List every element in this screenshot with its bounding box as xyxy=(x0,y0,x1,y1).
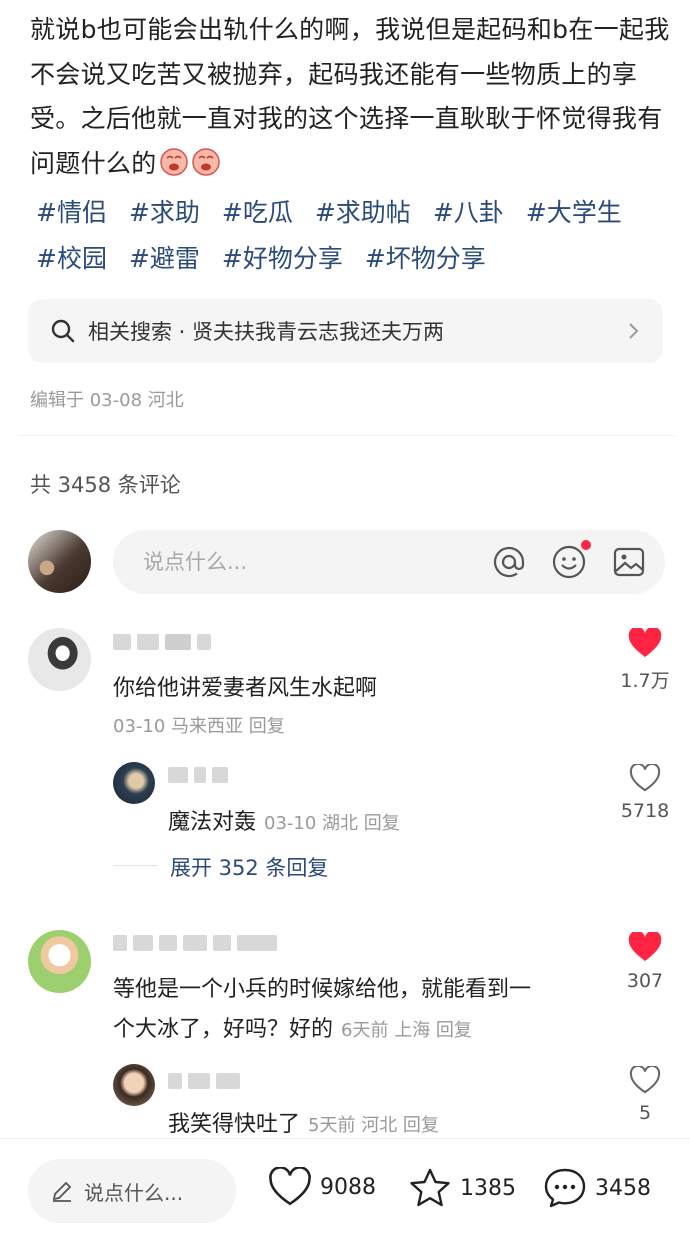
username-redacted[interactable] xyxy=(113,633,211,651)
hashtag[interactable]: #求助 xyxy=(129,190,200,236)
hashtag[interactable]: #大学生 xyxy=(526,190,622,236)
bottom-input-placeholder: 说点什么... xyxy=(84,1180,184,1205)
avatar[interactable] xyxy=(113,762,155,804)
hashtag[interactable]: #吃瓜 xyxy=(222,190,293,236)
post-body: 就说b也可能会出轨什么的啊，我说但是起码和b在一起我不会说又吃苦又被抛弃，起码我… xyxy=(30,8,670,186)
expand-replies-button[interactable]: 展开 352 条回复 xyxy=(170,852,328,882)
hashtag[interactable]: #校园 xyxy=(36,236,107,282)
reply-text: 我笑得快吐了 xyxy=(168,1112,301,1137)
hashtag[interactable]: #好物分享 xyxy=(222,236,343,282)
like-count: 5 xyxy=(638,1102,652,1124)
comments-button[interactable]: 3458 xyxy=(543,1167,651,1209)
comment-text: 你给他讲爱妻者风生水起啊 xyxy=(113,676,378,701)
like-count: 307 xyxy=(626,970,664,992)
bottom-action-bar: 说点什么... 9088 1385 3458 xyxy=(0,1138,690,1252)
reply-text: 我笑得快吐了 5天前 河北 回复 xyxy=(168,1106,439,1138)
divider xyxy=(20,435,675,436)
heart-filled-icon xyxy=(628,626,662,657)
like-count: 5718 xyxy=(620,800,670,822)
avatar[interactable] xyxy=(113,1064,155,1106)
favorite-button[interactable]: 1385 xyxy=(408,1167,516,1209)
hashtag[interactable]: #避雷 xyxy=(129,236,200,282)
heart-outline-icon xyxy=(629,762,661,792)
like-count: 1.7万 xyxy=(620,670,670,692)
post-like-count: 9088 xyxy=(320,1174,376,1200)
comment-count: 3458 xyxy=(595,1175,651,1201)
star-outline-icon xyxy=(410,1168,450,1207)
related-search-bar[interactable]: 相关搜索 · 贤夫扶我青云志我还夫万两 xyxy=(28,299,663,363)
my-avatar[interactable] xyxy=(28,530,91,593)
crying-face-emoji-icon xyxy=(191,147,220,176)
post-text: 就说b也可能会出轨什么的啊，我说但是起码和b在一起我不会说又吃苦又被抛弃，起码我… xyxy=(30,15,670,178)
favorite-count: 1385 xyxy=(460,1175,516,1201)
like-button[interactable]: 5718 xyxy=(615,762,675,822)
expand-divider xyxy=(113,865,158,866)
comment-input[interactable] xyxy=(143,550,467,574)
emoji-icon[interactable] xyxy=(551,540,591,580)
comment-meta[interactable]: 6天前 上海 回复 xyxy=(341,1020,472,1041)
heart-outline-icon xyxy=(269,1167,311,1206)
like-button[interactable]: 5 xyxy=(615,1064,675,1124)
like-button[interactable]: 1.7万 xyxy=(615,626,675,693)
like-button[interactable]: 307 xyxy=(615,930,675,992)
reply-meta[interactable]: 03-10 湖北 回复 xyxy=(264,813,400,834)
pencil-icon xyxy=(52,1181,72,1202)
search-icon xyxy=(51,319,75,343)
username-redacted[interactable] xyxy=(168,766,228,784)
hashtag[interactable]: #求助帖 xyxy=(315,190,411,236)
comment-input-box[interactable] xyxy=(113,530,665,594)
comments-total: 共 3458 条评论 xyxy=(30,473,181,497)
reply-text: 魔法对轰 03-10 湖北 回复 xyxy=(168,804,400,836)
edited-date: 编辑于 03-08 河北 xyxy=(30,390,184,411)
hashtag-list: #情侣 #求助 #吃瓜 #求助帖 #八卦 #大学生 #校园 #避雷 #好物分享 #坏物分享 xyxy=(36,190,676,282)
hashtag[interactable]: #八卦 xyxy=(433,190,504,236)
username-redacted[interactable] xyxy=(168,1072,240,1090)
avatar[interactable] xyxy=(28,930,91,993)
avatar[interactable] xyxy=(28,628,91,691)
heart-filled-icon xyxy=(628,930,662,961)
reply-text: 魔法对轰 xyxy=(168,810,257,835)
like-post-button[interactable]: 9088 xyxy=(268,1167,376,1207)
hashtag[interactable]: #情侣 xyxy=(36,190,107,236)
mention-icon[interactable] xyxy=(491,544,527,580)
image-icon[interactable] xyxy=(611,544,647,580)
comment-bubble-icon xyxy=(544,1168,586,1208)
notification-dot xyxy=(581,540,591,550)
comment-meta[interactable]: 03-10 马来西亚 回复 xyxy=(113,712,285,738)
reply-meta[interactable]: 5天前 河北 回复 xyxy=(308,1115,439,1136)
crying-face-emoji-icon xyxy=(159,147,188,176)
comment-text-line: 等他是一个小兵的时候嫁给他，就能看到一 xyxy=(113,977,532,1002)
hashtag[interactable]: #坏物分享 xyxy=(365,236,486,282)
comment-text-line: 个大冰了，好吗？好的 xyxy=(113,1017,334,1042)
chevron-right-icon xyxy=(629,323,639,339)
bottom-comment-input[interactable]: 说点什么... xyxy=(28,1159,236,1223)
heart-outline-icon xyxy=(629,1064,661,1094)
related-search-label: 相关搜索 · 贤夫扶我青云志我还夫万两 xyxy=(88,320,445,344)
username-redacted[interactable] xyxy=(113,934,277,952)
comment-text: 等他是一个小兵的时候嫁给他，就能看到一 个大冰了，好吗？好的 6天前 上海 回复 xyxy=(113,970,593,1051)
